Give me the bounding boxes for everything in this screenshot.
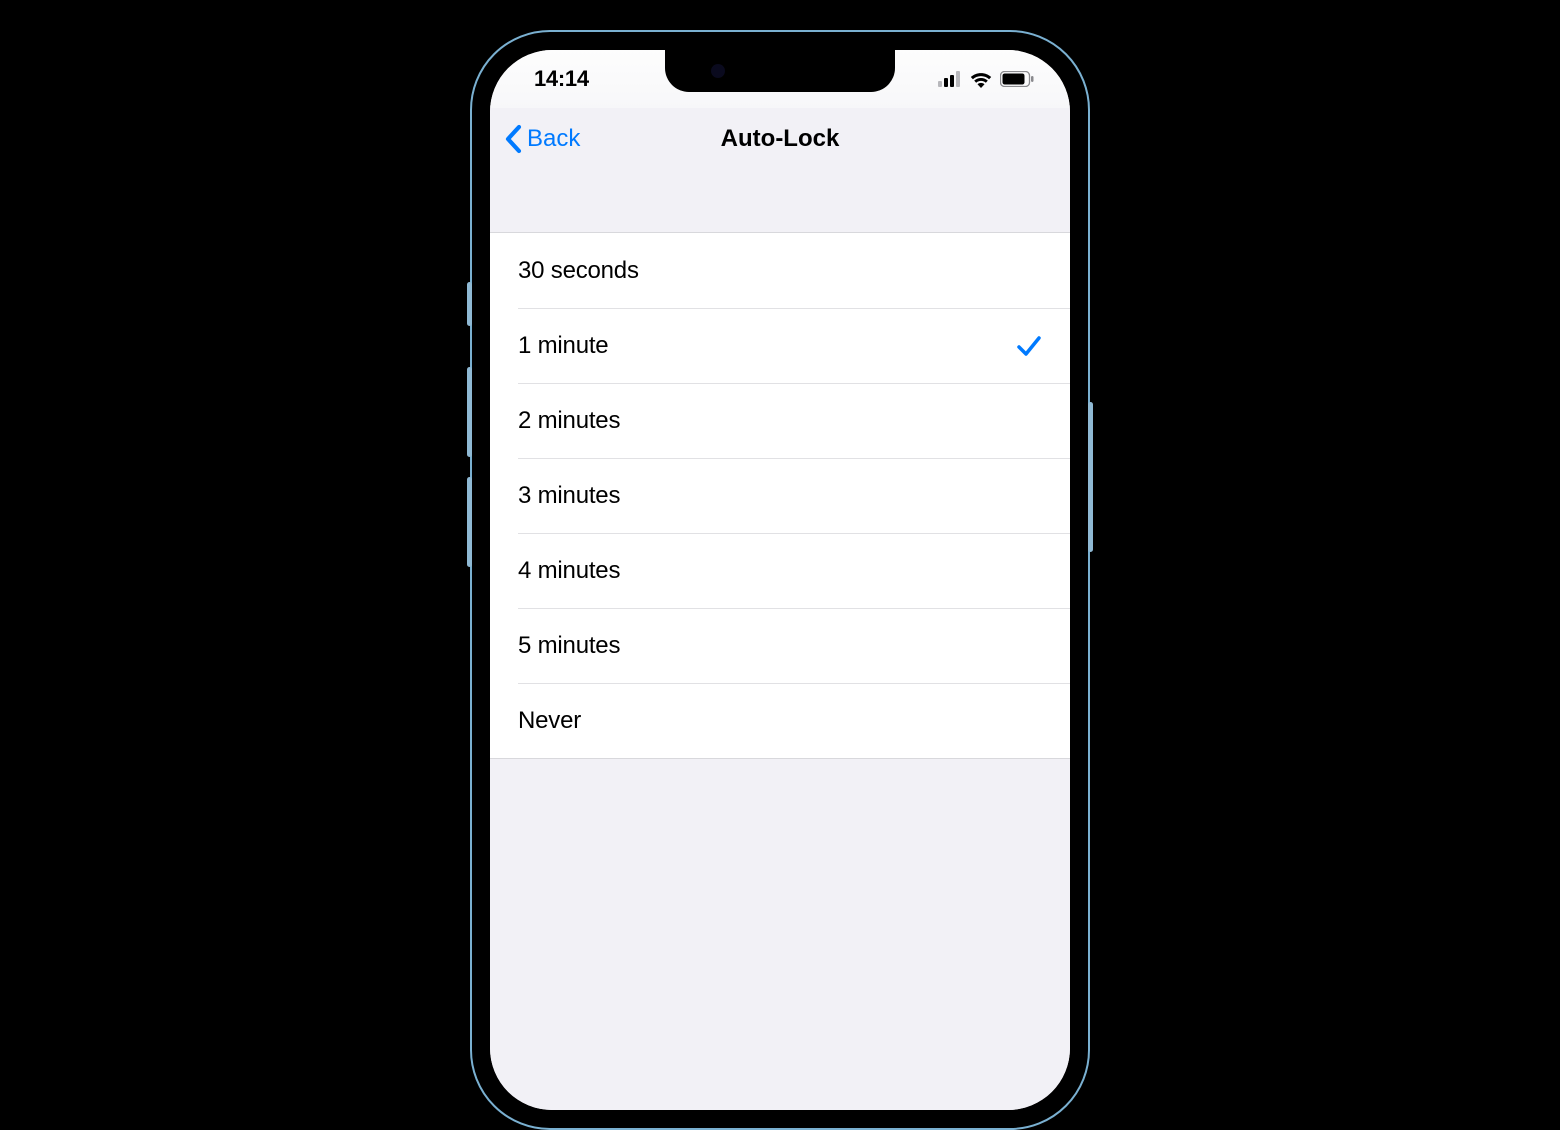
option-3-minutes[interactable]: 3 minutes [490, 458, 1070, 533]
status-indicators [938, 70, 1034, 88]
option-30-seconds[interactable]: 30 seconds [490, 233, 1070, 308]
option-label: 4 minutes [518, 557, 620, 585]
option-label: Never [518, 707, 581, 735]
option-label: 30 seconds [518, 257, 639, 285]
back-label: Back [527, 125, 580, 153]
option-label: 5 minutes [518, 632, 620, 660]
option-never[interactable]: Never [490, 683, 1070, 758]
checkmark-icon [1016, 333, 1042, 359]
nav-header: Back Auto-Lock [490, 108, 1070, 170]
back-button[interactable]: Back [504, 124, 580, 154]
power-button[interactable] [1088, 402, 1093, 552]
option-label: 1 minute [518, 332, 608, 360]
status-time: 14:14 [534, 66, 589, 92]
notch [665, 50, 895, 92]
screen: 14:14 [490, 50, 1070, 1110]
option-1-minute[interactable]: 1 minute [490, 308, 1070, 383]
volume-up-button[interactable] [467, 367, 472, 457]
volume-down-button[interactable] [467, 477, 472, 567]
option-5-minutes[interactable]: 5 minutes [490, 608, 1070, 683]
phone-frame: 14:14 [470, 30, 1090, 1130]
option-label: 3 minutes [518, 482, 620, 510]
option-label: 2 minutes [518, 407, 620, 435]
header-spacer [490, 170, 1070, 232]
mute-switch[interactable] [467, 282, 472, 326]
option-2-minutes[interactable]: 2 minutes [490, 383, 1070, 458]
chevron-left-icon [504, 124, 522, 154]
auto-lock-options-list: 30 seconds 1 minute 2 minutes 3 minutes [490, 232, 1070, 759]
footer-spacer [490, 759, 1070, 1110]
battery-icon [1000, 71, 1034, 87]
wifi-icon [969, 70, 993, 88]
option-4-minutes[interactable]: 4 minutes [490, 533, 1070, 608]
cellular-signal-icon [938, 71, 962, 87]
front-camera [711, 64, 725, 78]
